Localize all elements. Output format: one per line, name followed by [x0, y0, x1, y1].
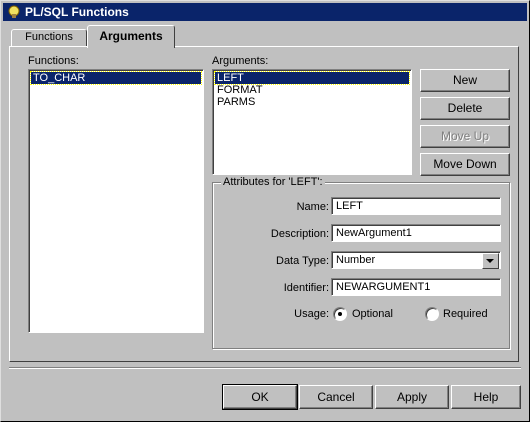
argument-item-left[interactable]: LEFT: [214, 71, 410, 85]
required-radio[interactable]: [425, 307, 439, 321]
identifier-field[interactable]: NEWARGUMENT1: [331, 278, 501, 296]
move-down-button[interactable]: Move Down: [420, 153, 510, 176]
tab-panel-arguments: Functions: TO_CHAR Arguments: LEFT FORMA…: [9, 46, 519, 362]
new-button[interactable]: New: [420, 69, 510, 92]
identifier-label: Identifier:: [283, 282, 329, 294]
description-field[interactable]: NewArgument1: [331, 224, 501, 242]
functions-label: Functions:: [28, 55, 79, 67]
move-up-button[interactable]: Move Up: [420, 125, 510, 148]
footer-divider: [9, 367, 521, 369]
tab-arguments[interactable]: Arguments: [87, 25, 175, 48]
optional-radio[interactable]: [333, 307, 347, 321]
title-bar: PL/SQL Functions: [3, 3, 527, 21]
data-type-label: Data Type:: [276, 255, 329, 267]
function-item-to-char[interactable]: TO_CHAR: [30, 71, 202, 85]
data-type-value: Number: [336, 254, 376, 266]
chevron-down-icon[interactable]: [482, 253, 499, 269]
usage-label: Usage:: [294, 308, 329, 320]
arguments-label: Arguments:: [212, 55, 269, 67]
argument-item-format[interactable]: FORMAT: [215, 84, 409, 96]
optional-label[interactable]: Optional: [352, 308, 393, 320]
arguments-list[interactable]: LEFT FORMAT PARMS: [212, 69, 412, 175]
name-field[interactable]: LEFT: [331, 197, 501, 215]
argument-item-parms[interactable]: PARMS: [215, 96, 409, 108]
description-label: Description:: [270, 228, 329, 240]
cancel-button[interactable]: Cancel: [299, 385, 373, 409]
tab-functions[interactable]: Functions: [11, 29, 87, 46]
name-label: Name:: [296, 201, 329, 213]
delete-button[interactable]: Delete: [420, 97, 510, 120]
data-type-select[interactable]: Number: [331, 251, 501, 269]
app-icon: [8, 5, 20, 18]
required-label[interactable]: Required: [443, 308, 488, 320]
ok-button[interactable]: OK: [222, 384, 298, 410]
attributes-title: Attributes for 'LEFT':: [221, 176, 325, 188]
functions-list[interactable]: TO_CHAR: [28, 69, 204, 333]
window-title: PL/SQL Functions: [25, 5, 129, 19]
attributes-group: Attributes for 'LEFT': Name: LEFT Descri…: [212, 176, 510, 349]
plsql-functions-dialog: PL/SQL Functions Functions Arguments Fun…: [0, 0, 530, 422]
help-button[interactable]: Help: [451, 385, 521, 409]
apply-button[interactable]: Apply: [375, 385, 449, 409]
